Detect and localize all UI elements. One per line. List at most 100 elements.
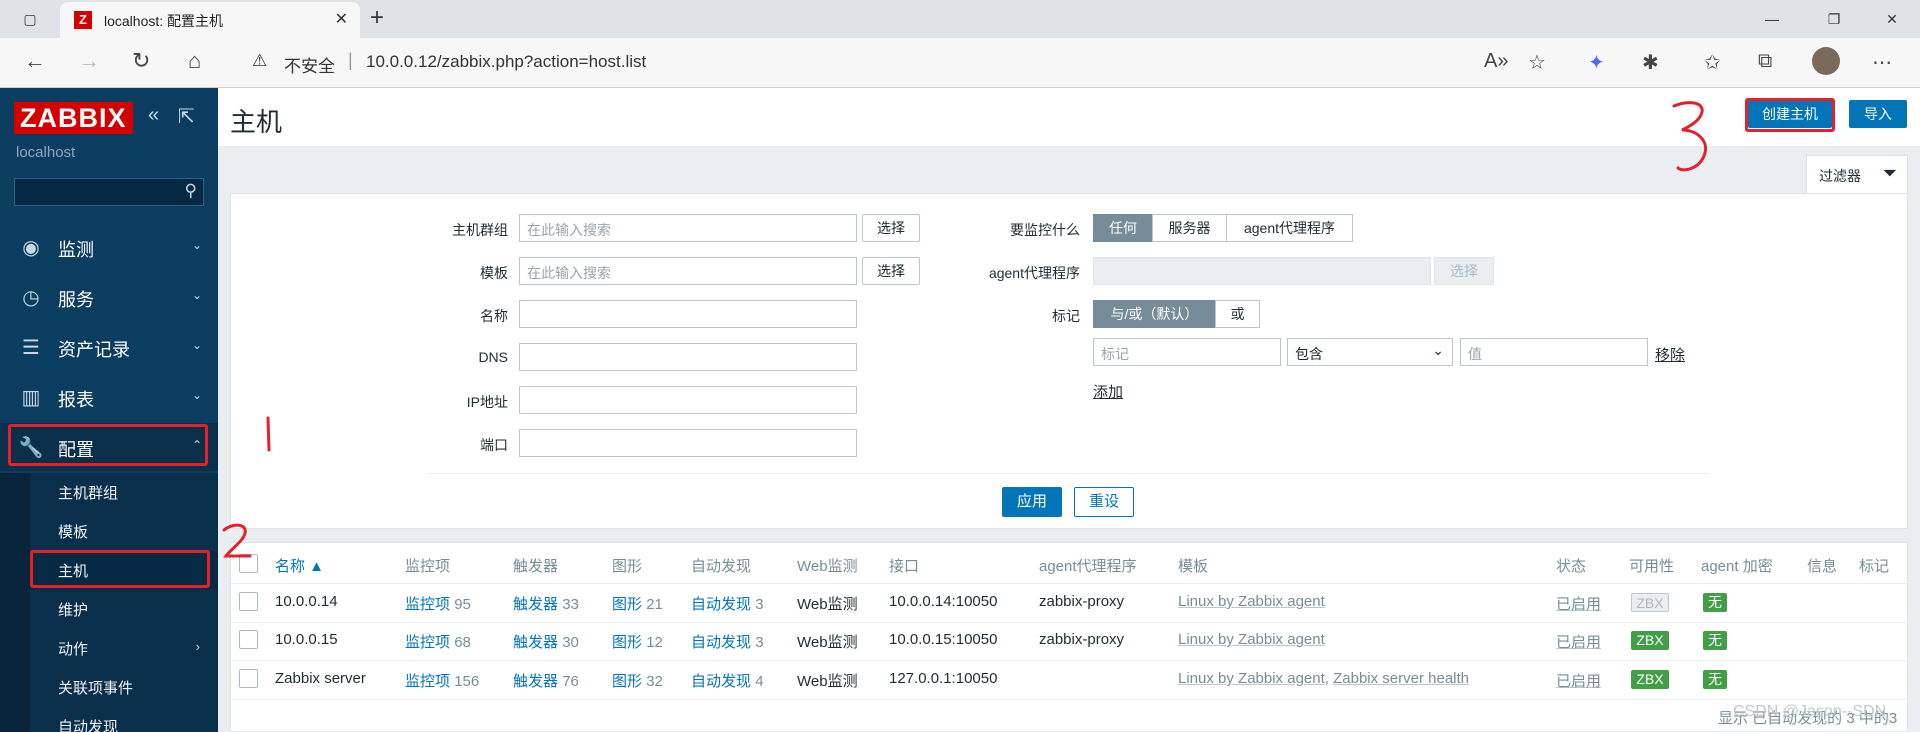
new-tab-icon[interactable]: + [370,4,384,32]
web-link[interactable]: Web监测 [797,670,858,691]
row-checkbox[interactable] [239,592,258,611]
template-link[interactable]: Linux by Zabbix agent [1178,631,1325,648]
minimize-icon[interactable]: — [1760,7,1784,31]
page-header: 主机 创建主机 导入 [218,88,1920,146]
monitored-by-any[interactable]: 任何 [1093,214,1153,242]
monitored-by-server[interactable]: 服务器 [1152,214,1227,242]
row-checkbox[interactable] [239,630,258,649]
templates-select-button[interactable]: 选择 [862,257,920,285]
proxy-label: agent代理程序 [988,265,1080,281]
collections-icon[interactable]: ⧉ [1758,50,1772,73]
triggers-link[interactable]: 触发器 76 [513,670,579,691]
restore-icon[interactable]: ❐ [1822,7,1846,31]
profile-avatar[interactable] [1812,47,1840,75]
menu-services[interactable]: ◷ 服务 ⌄ [0,273,218,321]
tab-close-icon[interactable]: ✕ [335,9,348,29]
reload-icon[interactable]: ↻ [132,48,150,74]
items-link[interactable]: 监控项 95 [405,593,471,614]
host-name-link[interactable]: 10.0.0.14 [275,593,338,610]
sidebar-search-input[interactable]: ⚲ [14,178,204,206]
zabbix-logo[interactable]: ZABBIX [14,102,133,134]
tag-name-input[interactable]: 标记 [1093,338,1281,366]
template-link[interactable]: Zabbix server health [1333,670,1469,687]
menu-monitoring[interactable]: ◉ 监测 ⌄ [0,223,218,271]
back-icon[interactable]: ← [24,48,46,74]
host-groups-select-button[interactable]: 选择 [862,214,920,242]
submenu-actions[interactable]: 动作 › [30,629,218,667]
triggers-link[interactable]: 触发器 30 [513,631,579,652]
menu-inventory[interactable]: ☰ 资产记录 ⌄ [0,323,218,371]
template-link[interactable]: Linux by Zabbix agent [1178,670,1325,687]
more-icon[interactable]: ⋯ [1872,50,1892,75]
graphs-link[interactable]: 图形 21 [612,593,663,614]
url-bar[interactable]: ⚠ 不安全 | 10.0.0.12/zabbix.php?action=host… [236,45,1566,79]
forward-icon[interactable]: → [78,48,100,74]
proxy-input [1093,257,1431,285]
favorite-add-icon[interactable]: ☆ [1528,50,1546,75]
submenu-discovery[interactable]: 自动发现 [30,707,218,732]
submenu-label: 自动发现 [58,719,119,732]
tag-mode-or[interactable]: 或 [1215,300,1260,328]
col-name[interactable]: 名称 ▲ [275,555,324,576]
name-input[interactable] [519,300,857,328]
extensions-icon[interactable]: ✱ [1642,50,1659,75]
import-button[interactable]: 导入 [1849,100,1907,128]
status-link[interactable]: 已启用 [1556,670,1601,691]
web-link[interactable]: Web监测 [797,631,858,652]
submenu-maintenance[interactable]: 维护 [30,590,218,628]
submenu-host-groups[interactable]: 主机群组 [30,473,218,511]
graphs-link[interactable]: 图形 32 [612,670,663,691]
menu-reports[interactable]: ▥ 报表 ⌄ [0,373,218,421]
collapse-sidebar-icon[interactable]: « [148,104,159,127]
submenu-label: 主机群组 [58,485,119,502]
graphs-label: 图形 [612,634,643,651]
read-aloud-icon[interactable]: A» [1484,50,1508,73]
tag-operator-select[interactable]: 包含 ⌄ [1287,338,1453,366]
dns-input[interactable] [519,343,857,371]
home-icon[interactable]: ⌂ [188,48,201,74]
status-link[interactable]: 已启用 [1556,593,1601,614]
host-groups-input[interactable]: 在此输入搜索 [519,214,857,242]
row-checkbox[interactable] [239,669,258,688]
ip-input[interactable] [519,386,857,414]
monitored-by-proxy[interactable]: agent代理程序 [1226,214,1353,242]
tag-mode-and-or[interactable]: 与/或（默认） [1093,300,1216,328]
interface: 10.0.0.14:10050 [889,593,998,610]
browser-tab[interactable]: Z localhost: 配置主机 ✕ [60,2,360,38]
items-link[interactable]: 监控项 156 [405,670,479,691]
tab-actions-icon[interactable]: ▢ [18,7,42,31]
template-link[interactable]: Linux by Zabbix agent [1178,593,1325,610]
discovery-link[interactable]: 自动发现 3 [691,631,764,652]
filter-tab[interactable]: 过滤器 ⏷ [1806,155,1908,193]
apply-button[interactable]: 应用 [1002,487,1062,517]
search-icon[interactable]: ⚲ [185,181,197,201]
reset-button[interactable]: 重设 [1074,487,1134,517]
extension-icon[interactable]: ✦ [1588,50,1605,75]
col-status[interactable]: 状态 [1556,555,1586,576]
host-name-link[interactable]: Zabbix server [275,670,366,687]
name-label: 名称 [480,308,508,324]
items-count: 156 [454,673,480,690]
items-link[interactable]: 监控项 68 [405,631,471,652]
host-name-link[interactable]: 10.0.0.15 [275,631,338,648]
col-proxy[interactable]: agent代理程序 [1039,555,1137,576]
remove-tag-link[interactable]: 移除 [1655,344,1685,365]
kiosk-mode-icon[interactable]: ⇱ [178,104,195,129]
add-tag-link[interactable]: 添加 [1093,381,1123,402]
tag-value-input[interactable]: 值 [1460,338,1648,366]
url-text[interactable]: 10.0.0.12/zabbix.php?action=host.list [366,52,646,72]
discovery-link[interactable]: 自动发现 3 [691,593,764,614]
window-close-icon[interactable]: ✕ [1880,7,1904,31]
triggers-link[interactable]: 触发器 33 [513,593,579,614]
web-link[interactable]: Web监测 [797,593,858,614]
graphs-label: 图形 [612,673,643,690]
favorites-icon[interactable]: ✩ [1704,50,1721,75]
templates-input[interactable]: 在此输入搜索 [519,257,857,285]
graphs-link[interactable]: 图形 12 [612,631,663,652]
port-input[interactable] [519,429,857,457]
status-link[interactable]: 已启用 [1556,631,1601,652]
submenu-templates[interactable]: 模板 [30,512,218,550]
submenu-event-correlation[interactable]: 关联项事件 [30,668,218,706]
discovery-link[interactable]: 自动发现 4 [691,670,764,691]
menu-label: 资产记录 [58,340,130,360]
